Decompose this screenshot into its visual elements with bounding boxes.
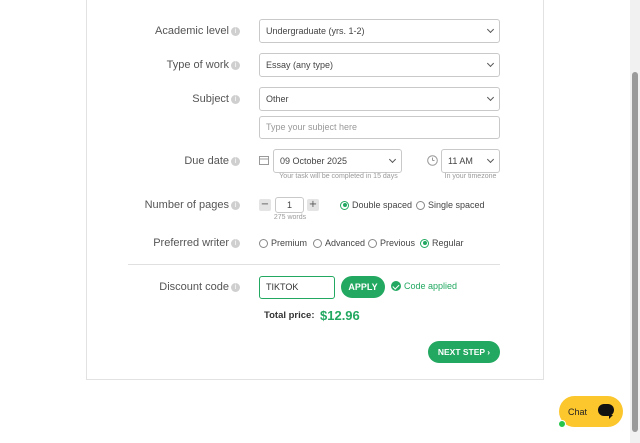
subject-label: Subject i [90, 93, 240, 105]
words-count: 275 words [273, 214, 307, 221]
chevron-down-icon [486, 93, 495, 102]
total-price-label: Total price: [264, 310, 315, 321]
info-icon[interactable]: i [231, 26, 240, 36]
chevron-down-icon [486, 155, 495, 164]
divider [128, 264, 500, 265]
clock-icon [427, 155, 438, 166]
info-icon[interactable]: i [231, 60, 240, 70]
chat-bubble-icon [598, 404, 614, 419]
single-spaced-radio[interactable]: Single spaced [416, 199, 485, 211]
scrollbar[interactable] [630, 0, 640, 443]
timezone-hint: In your timezone [444, 173, 497, 180]
pages-increment-button[interactable]: + [307, 199, 319, 211]
type-of-work-select[interactable]: Essay (any type) [259, 53, 500, 77]
due-date-hint: Your task will be completed in 15 days [279, 173, 398, 180]
chevron-down-icon [388, 155, 397, 164]
scrollbar-thumb[interactable] [632, 72, 638, 432]
type-of-work-label: Type of work i [90, 59, 240, 71]
chat-button[interactable]: Chat [559, 396, 623, 427]
check-circle-icon [391, 281, 401, 291]
discount-code-input[interactable]: TIKTOK [259, 276, 335, 299]
due-date-label: Due date i [90, 155, 240, 167]
info-icon[interactable]: i [231, 238, 240, 248]
academic-level-select[interactable]: Undergraduate (yrs. 1-2) [259, 19, 500, 43]
code-applied-status: Code applied [391, 281, 457, 291]
writer-previous-radio[interactable]: Previous [368, 237, 415, 249]
academic-level-label: Academic level i [90, 25, 240, 37]
subject-input[interactable]: Type your subject here [259, 116, 500, 139]
calendar-icon [259, 156, 269, 165]
total-price-value: $12.96 [320, 308, 360, 323]
writer-regular-radio[interactable]: Regular [420, 237, 464, 249]
online-indicator [558, 420, 566, 428]
info-icon[interactable]: i [231, 156, 240, 166]
writer-premium-radio[interactable]: Premium [259, 237, 307, 249]
info-icon[interactable]: i [231, 200, 240, 210]
due-date-select[interactable]: 09 October 2025 [273, 149, 402, 173]
due-time-select[interactable]: 11 AM [441, 149, 500, 173]
chevron-down-icon [486, 25, 495, 34]
pages-input[interactable]: 1 [275, 197, 304, 213]
next-step-button[interactable]: NEXT STEP › [428, 341, 500, 363]
discount-code-label: Discount code i [90, 281, 240, 293]
writer-advanced-radio[interactable]: Advanced [313, 237, 365, 249]
preferred-writer-label: Preferred writer i [90, 237, 240, 249]
subject-select[interactable]: Other [259, 87, 500, 111]
info-icon[interactable]: i [231, 282, 240, 292]
info-icon[interactable]: i [231, 94, 240, 104]
pages-decrement-button[interactable]: − [259, 199, 271, 211]
apply-button[interactable]: APPLY [341, 276, 385, 298]
pages-label: Number of pages i [90, 199, 240, 211]
double-spaced-radio[interactable]: Double spaced [340, 199, 412, 211]
chevron-down-icon [486, 59, 495, 68]
